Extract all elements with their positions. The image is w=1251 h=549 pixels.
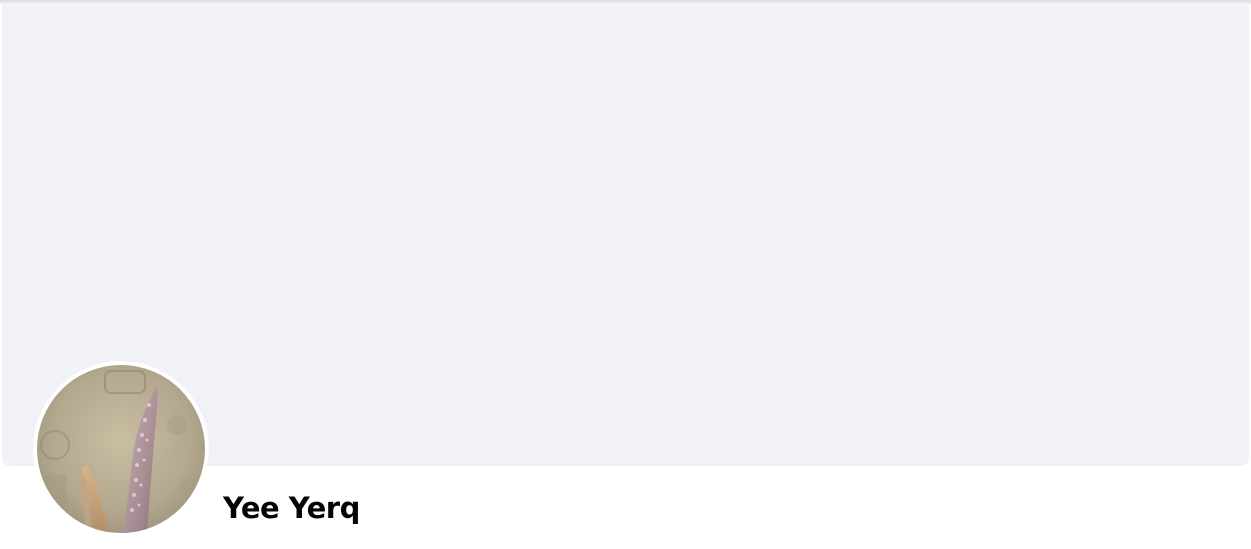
profile-page: Yee Yerq xyxy=(0,0,1251,549)
profile-name[interactable]: Yee Yerq xyxy=(223,491,360,525)
avatar-container[interactable] xyxy=(33,361,209,537)
avatar[interactable] xyxy=(37,365,205,533)
